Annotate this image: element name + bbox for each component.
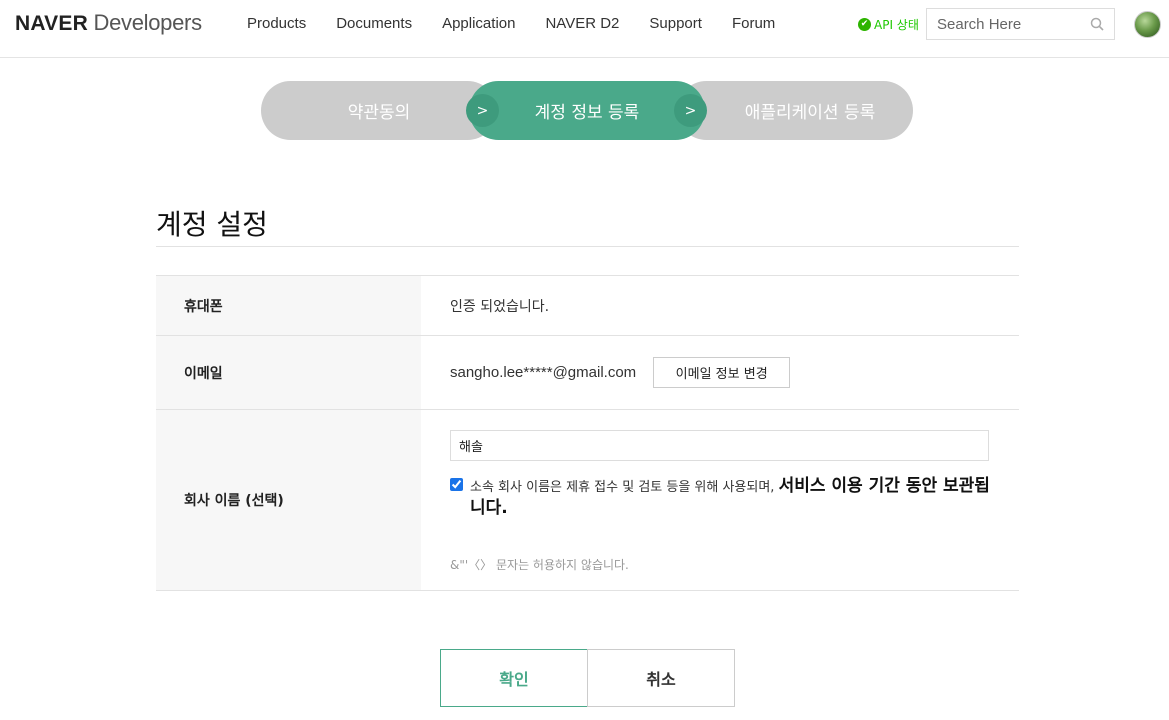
search-box xyxy=(926,8,1115,40)
consent-text: 소속 회사 이름은 제휴 접수 및 검토 등을 위해 사용되며, xyxy=(470,480,779,495)
company-label: 회사 이름 (선택) xyxy=(156,410,421,590)
step-account-info: 계정 정보 등록 xyxy=(469,81,705,140)
confirm-button[interactable]: 확인 xyxy=(440,649,588,707)
consent-checkbox[interactable] xyxy=(450,478,463,491)
email-value: sangho.lee*****@gmail.com xyxy=(450,364,637,381)
step-terms: 약관동의 xyxy=(261,81,497,140)
chevron-right-icon: > xyxy=(674,94,707,127)
user-avatar[interactable] xyxy=(1134,11,1161,38)
logo-brand: NAVER xyxy=(15,12,88,35)
nav-documents[interactable]: Documents xyxy=(336,15,412,32)
company-name-input[interactable] xyxy=(450,430,989,461)
consent-row: 소속 회사 이름은 제휴 접수 및 검토 등을 위해 사용되며, 서비스 이용 … xyxy=(450,476,995,520)
nav-support[interactable]: Support xyxy=(649,15,702,32)
consent-label[interactable]: 소속 회사 이름은 제휴 접수 및 검토 등을 위해 사용되며, 서비스 이용 … xyxy=(470,476,995,520)
check-circle-icon: ✔ xyxy=(858,18,871,31)
company-row: 회사 이름 (선택) 소속 회사 이름은 제휴 접수 및 검토 등을 위해 사용… xyxy=(156,410,1019,591)
phone-row: 휴대폰 인증 되었습니다. xyxy=(156,276,1019,336)
main-nav: Products Documents Application NAVER D2 … xyxy=(247,15,805,32)
search-icon[interactable] xyxy=(1090,17,1104,31)
naver-developers-logo[interactable]: NAVER Developers xyxy=(15,10,202,36)
phone-label: 휴대폰 xyxy=(156,276,421,335)
title-divider xyxy=(156,246,1019,247)
signup-stepper: 약관동의 애플리케이션 등록 계정 정보 등록 > > xyxy=(261,81,913,140)
step-app-register: 애플리케이션 등록 xyxy=(677,81,913,140)
input-hint: &"'〈〉 문자는 허용하지 않습니다. xyxy=(450,558,629,572)
nav-forum[interactable]: Forum xyxy=(732,15,775,32)
nav-products[interactable]: Products xyxy=(247,15,306,32)
cancel-button[interactable]: 취소 xyxy=(587,649,735,707)
chevron-right-icon: > xyxy=(466,94,499,127)
nav-application[interactable]: Application xyxy=(442,15,515,32)
nav-naver-d2[interactable]: NAVER D2 xyxy=(545,15,619,32)
step-account-info-label: 계정 정보 등록 xyxy=(534,103,640,123)
email-label: 이메일 xyxy=(156,336,421,409)
page-title: 계정 설정 xyxy=(156,208,268,241)
logo-suffix: Developers xyxy=(93,10,203,35)
step-terms-label: 약관동의 xyxy=(347,103,411,123)
phone-status: 인증 되었습니다. xyxy=(450,298,550,315)
step-app-register-label: 애플리케이션 등록 xyxy=(744,103,876,123)
change-email-button[interactable]: 이메일 정보 변경 xyxy=(653,357,791,388)
api-status-label: API 상태 xyxy=(874,18,919,32)
top-header: NAVER Developers Products Documents Appl… xyxy=(0,0,1169,58)
api-status-link[interactable]: ✔ API 상태 xyxy=(858,16,919,33)
account-form: 휴대폰 인증 되었습니다. 이메일 sangho.lee*****@gmail.… xyxy=(156,275,1019,591)
email-row: 이메일 sangho.lee*****@gmail.com 이메일 정보 변경 xyxy=(156,336,1019,410)
search-input[interactable] xyxy=(927,9,1077,39)
